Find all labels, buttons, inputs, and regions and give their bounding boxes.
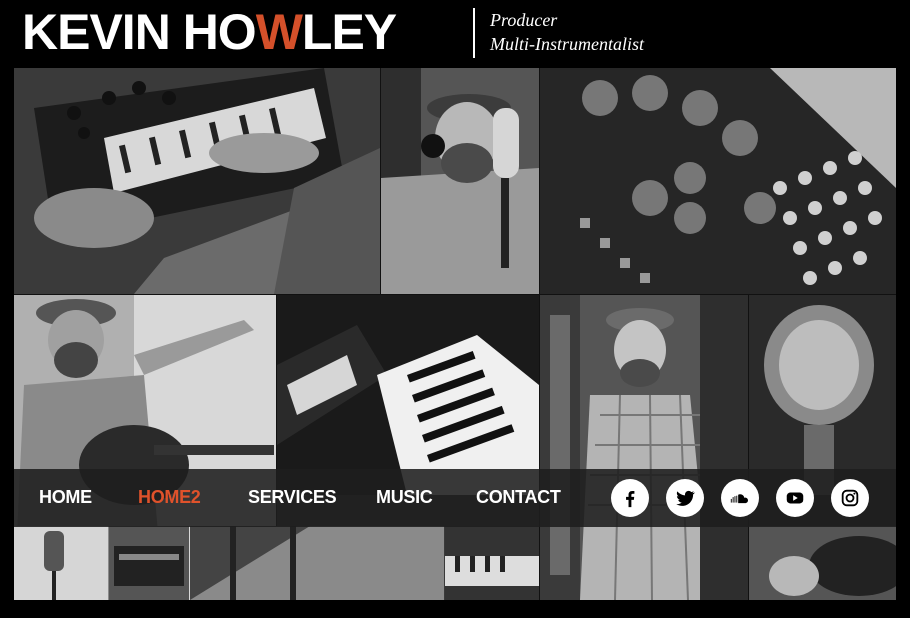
photo-studio-mics xyxy=(190,526,444,600)
photo-modular-synth xyxy=(540,68,896,294)
site-header: KEVIN HOWLEY Producer Multi-Instrumental… xyxy=(0,0,910,68)
photo-synth-hands xyxy=(14,68,380,294)
tagline-line-1: Producer xyxy=(490,10,558,30)
footer-strip xyxy=(0,600,910,618)
facebook-link[interactable] xyxy=(611,479,649,517)
soundcloud-link[interactable] xyxy=(721,479,759,517)
photo-amp xyxy=(109,526,189,600)
soundcloud-icon xyxy=(730,494,748,504)
photo-vocal-mic xyxy=(381,68,539,294)
nav-services[interactable]: SERVICES xyxy=(248,469,337,527)
youtube-link[interactable] xyxy=(776,479,814,517)
instagram-icon xyxy=(841,489,859,507)
facebook-icon xyxy=(626,490,635,508)
site-logo[interactable]: KEVIN HOWLEY xyxy=(22,4,397,60)
tagline-line-2: Multi-Instrumentalist xyxy=(490,34,644,54)
nav-home[interactable]: HOME xyxy=(39,469,92,527)
photo-keyboard-hands xyxy=(445,526,539,600)
logo-text-2: LEY xyxy=(301,4,397,60)
nav-home2[interactable]: HOME2 xyxy=(138,469,201,527)
photo-mic-stand xyxy=(14,526,108,600)
nav-music[interactable]: MUSIC xyxy=(376,469,433,527)
twitter-icon xyxy=(676,490,695,506)
nav-contact[interactable]: CONTACT xyxy=(476,469,561,527)
logo-text-1: KEVIN HO xyxy=(22,4,257,60)
instagram-link[interactable] xyxy=(831,479,869,517)
youtube-icon xyxy=(786,492,804,504)
tagline: Producer Multi-Instrumentalist xyxy=(490,8,644,56)
photo-portrait xyxy=(540,295,748,600)
photo-guitar-closeup xyxy=(749,526,896,600)
main-navigation: HOME HOME2 SERVICES MUSIC CONTACT xyxy=(14,469,896,527)
twitter-link[interactable] xyxy=(666,479,704,517)
header-divider xyxy=(473,8,475,58)
logo-text-accent: W xyxy=(255,4,303,60)
